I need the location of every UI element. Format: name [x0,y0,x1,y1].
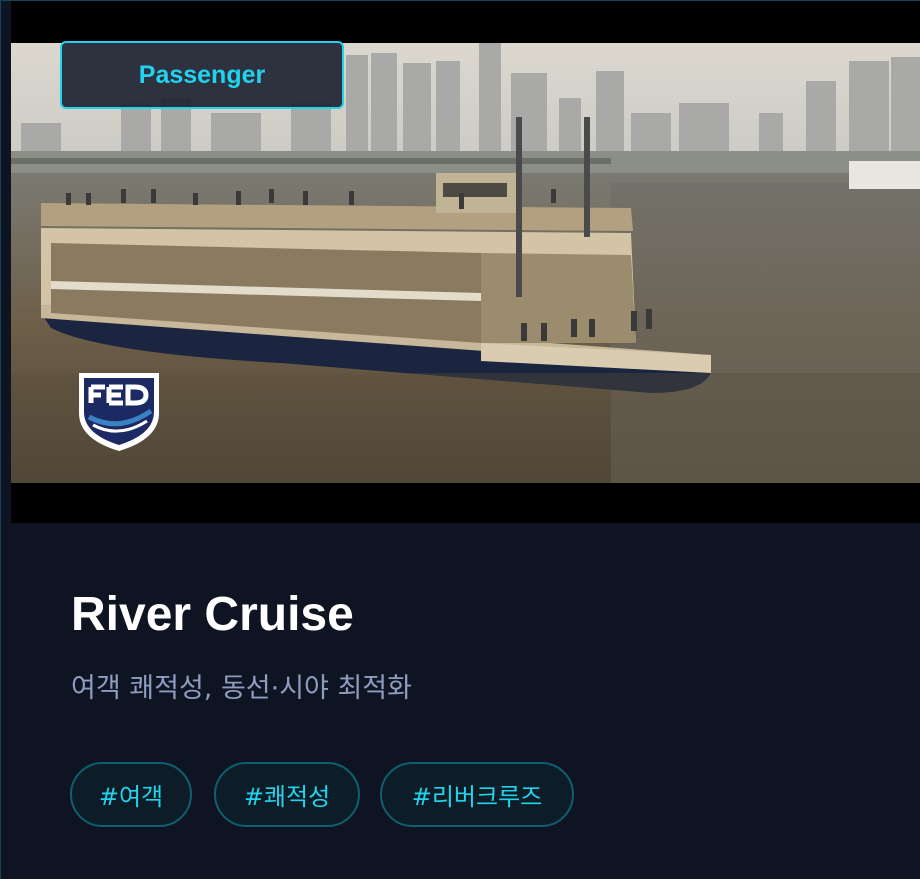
tag-passenger[interactable]: #여객 [70,762,192,827]
card-title: River Cruise [71,588,354,641]
card-media: Passenger [11,1,920,523]
category-badge: Passenger [60,41,344,109]
tag-river-cruise[interactable]: #리버크루즈 [380,762,574,827]
tag-comfort[interactable]: #쾌적성 [214,762,360,827]
shield-logo-icon [79,373,159,451]
card-subtitle: 여객 쾌적성, 동선·시야 최적화 [71,673,412,704]
project-card[interactable]: Passenger River Cruise 여객 쾌적성, 동선·시야 최적화… [0,0,920,879]
